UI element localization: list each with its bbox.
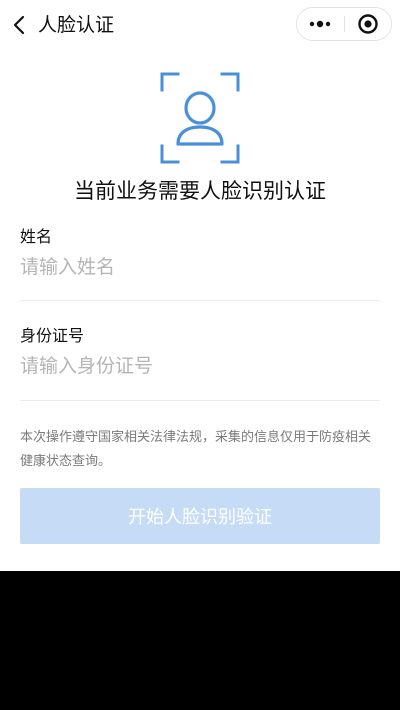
id-number-input[interactable]: [20, 351, 380, 381]
page: 人脸认证 当前业务需要人脸识别认证 姓名 请输入姓名 身份证号 请输入身份证号 …: [0, 0, 400, 571]
chevron-left-icon: [13, 15, 25, 35]
divider: [20, 400, 380, 401]
auth-headline: 当前业务需要人脸识别认证: [74, 179, 326, 203]
id-number-label: 身份证号: [20, 326, 85, 345]
privacy-notice: 本次操作遵守国家相关法律法规，采集的信息仅用于防疫相关健康状态查询。: [20, 430, 372, 469]
start-face-recognition-button[interactable]: 开始人脸识别验证: [20, 488, 380, 544]
face-scan-icon: [160, 72, 240, 164]
target-close-icon: [358, 14, 378, 34]
close-button[interactable]: [345, 8, 391, 40]
navigation-bar: 人脸认证: [0, 0, 400, 50]
back-button[interactable]: [8, 10, 30, 40]
name-input[interactable]: [20, 252, 380, 282]
more-button[interactable]: [297, 8, 343, 40]
page-title: 人脸认证: [38, 14, 115, 36]
more-dots-icon: [309, 20, 331, 28]
divider: [20, 300, 380, 301]
name-label: 姓名: [20, 227, 53, 246]
mini-program-capsule: [296, 7, 392, 41]
